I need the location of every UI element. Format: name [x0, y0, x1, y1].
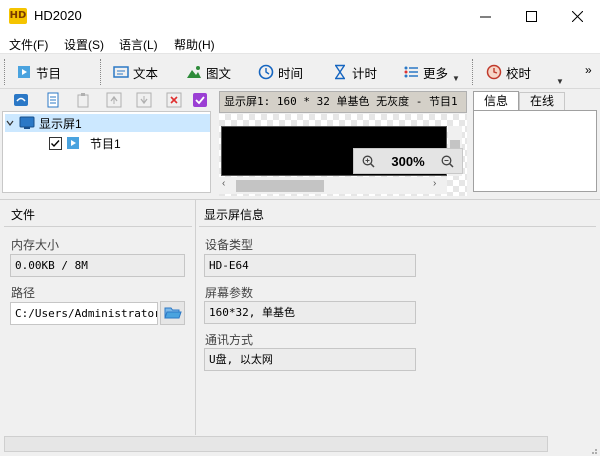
hourglass-icon — [335, 64, 345, 80]
program-icon — [18, 66, 30, 78]
screen-node-label: 显示屏1 — [39, 116, 82, 131]
program-checkbox[interactable] — [49, 136, 62, 150]
menu-help[interactable]: 帮助(H) — [174, 36, 215, 53]
image-label: 图文 — [206, 66, 232, 81]
program-tree: 显示屏1 节目1 — [2, 111, 211, 193]
status-bar — [4, 436, 548, 452]
time-button[interactable]: 时间 — [258, 61, 303, 83]
minimize-icon — [479, 16, 491, 17]
file-section-title: 文件 — [11, 208, 36, 222]
tab-online[interactable]: 在线 — [519, 92, 565, 111]
preview-header: 显示屏1: 160 * 32 单基色 无灰度 - 节目1 — [219, 91, 467, 113]
info-tab-strip: 信息 在线 — [473, 91, 599, 111]
delete-icon[interactable] — [166, 92, 182, 108]
memory-label: 内存大小 — [11, 238, 60, 252]
timer-label: 计时 — [352, 66, 378, 81]
more-button[interactable]: 更多 ▼ — [403, 61, 460, 83]
program-label: 节目 — [36, 66, 62, 81]
menu-bar: 文件(F) 设置(S) 语言(L) 帮助(H) — [0, 32, 600, 54]
program-node-label: 节目1 — [90, 136, 121, 151]
text-label: 文本 — [133, 66, 159, 81]
scroll-left-icon[interactable]: ‹ — [222, 178, 225, 189]
comm-mode-label: 通讯方式 — [205, 333, 254, 347]
folder-open-icon — [163, 307, 182, 319]
zoom-in-icon[interactable] — [362, 155, 375, 168]
more-label: 更多 — [423, 66, 449, 81]
screen-add-icon[interactable] — [13, 92, 29, 108]
maximize-icon — [525, 10, 537, 22]
tree-node-program[interactable]: 节目1 — [49, 134, 121, 152]
toolbar-overflow-icon[interactable]: » — [585, 63, 592, 77]
info-panel — [473, 110, 597, 192]
section-separator — [199, 226, 596, 227]
zoom-control: 300% — [353, 148, 463, 174]
section-separator — [4, 226, 192, 227]
move-down-icon[interactable] — [136, 92, 152, 108]
toolbar-separator — [472, 59, 474, 85]
tree-node-screen[interactable]: 显示屏1 — [5, 114, 210, 132]
calibrate-time-button[interactable]: 校时 — [486, 61, 531, 83]
minimize-button[interactable] — [462, 0, 508, 32]
clock-icon — [258, 64, 274, 80]
panel-divider-vertical[interactable] — [195, 200, 196, 435]
move-up-icon[interactable] — [106, 92, 122, 108]
program-button[interactable]: 节目 — [16, 61, 61, 83]
calibrate-dropdown-icon[interactable]: ▼ — [556, 77, 564, 86]
resize-grip-icon[interactable] — [588, 444, 598, 454]
more-dropdown-icon: ▼ — [452, 73, 460, 83]
zoom-level: 300% — [391, 153, 425, 169]
calibrate-label: 校时 — [506, 66, 532, 81]
path-field[interactable]: C:/Users/Administrator/AppData — [10, 302, 158, 325]
window-title: HD2020 — [34, 8, 82, 23]
text-button[interactable]: 文本 — [113, 61, 158, 83]
timer-button[interactable]: 计时 — [332, 61, 377, 83]
image-button[interactable]: 图文 — [186, 61, 231, 83]
close-button[interactable] — [554, 0, 600, 32]
list-icon — [404, 66, 418, 78]
menu-language[interactable]: 语言(L) — [119, 36, 158, 53]
program-node-icon — [67, 137, 79, 149]
device-section-title: 显示屏信息 — [204, 208, 265, 222]
screen-params-value: 160*32, 单基色 — [204, 301, 416, 324]
menu-settings[interactable]: 设置(S) — [64, 36, 104, 53]
device-type-value: HD-E64 — [204, 254, 416, 277]
calibrate-clock-icon — [486, 64, 502, 80]
tree-toolbar — [2, 90, 212, 112]
copy-doc-icon[interactable] — [45, 92, 61, 108]
comm-mode-value: U盘, 以太网 — [204, 348, 416, 371]
path-label: 路径 — [11, 286, 36, 300]
text-icon — [113, 66, 129, 78]
browse-folder-button[interactable] — [160, 301, 185, 325]
main-toolbar: 节目 文本 图文 时间 计时 更多 ▼ 校时 ▼ » — [0, 55, 600, 89]
time-label: 时间 — [278, 66, 304, 81]
scroll-right-icon[interactable]: › — [433, 178, 436, 189]
close-icon — [571, 10, 583, 22]
grip-dots — [592, 449, 597, 454]
device-type-label: 设备类型 — [205, 238, 254, 252]
horizontal-scroll-thumb[interactable] — [236, 180, 324, 192]
memory-value: 0.00KB / 8M — [10, 254, 185, 277]
check-all-icon[interactable] — [192, 92, 208, 108]
menu-file[interactable]: 文件(F) — [9, 36, 48, 53]
toolbar-grip — [4, 59, 6, 85]
title-bar: HD HD2020 — [0, 0, 600, 32]
tab-info[interactable]: 信息 — [473, 91, 519, 111]
display-screen-icon — [19, 116, 35, 129]
panel-divider — [0, 199, 600, 200]
screen-params-label: 屏幕参数 — [205, 286, 254, 300]
collapse-chevron-icon[interactable] — [5, 118, 15, 128]
paste-icon[interactable] — [75, 92, 91, 108]
app-logo-icon: HD — [9, 8, 27, 24]
zoom-out-icon[interactable] — [441, 155, 454, 168]
image-icon — [187, 66, 201, 78]
toolbar-separator — [100, 59, 102, 85]
maximize-button[interactable] — [508, 0, 554, 32]
